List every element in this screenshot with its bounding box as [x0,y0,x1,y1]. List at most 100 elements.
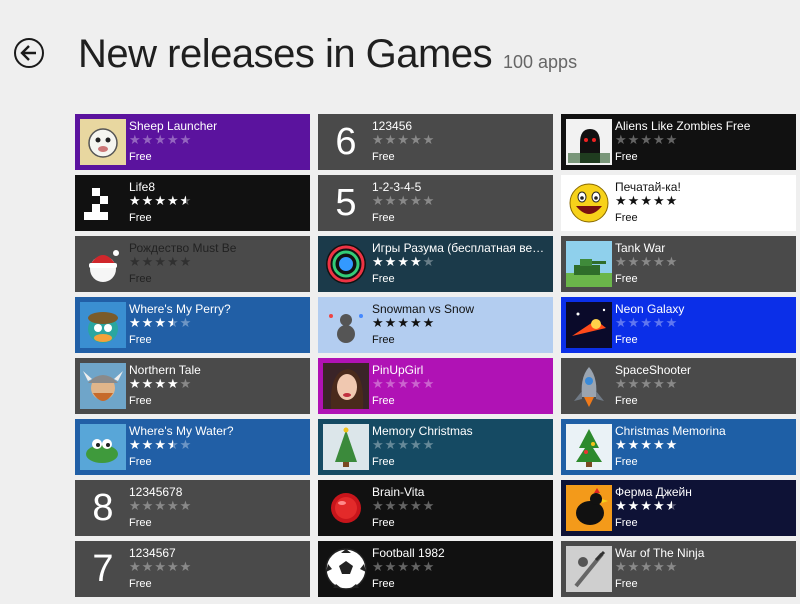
app-price: Free [372,273,395,285]
app-number-glyph: 6 [335,121,357,163]
rating-stars: ★★★★★ [372,437,436,452]
app-price: Free [129,151,152,163]
app-price: Free [615,578,638,590]
app-price: Free [129,334,152,346]
app-tile[interactable]: Memory Christmas ★★★★★ Free [318,419,553,475]
app-name: Рождество Must Be [129,241,237,255]
app-tile[interactable]: Neon Galaxy ★★★★★ Free [561,297,796,353]
app-tile[interactable]: Sheep Launcher ★★★★★ Free [75,114,310,170]
app-price: Free [615,517,638,529]
app-name: Печатай-ка! [615,180,681,194]
app-price: Free [372,212,395,224]
app-tile[interactable]: 8 12345678 ★★★★★ Free [75,480,310,536]
app-tile[interactable]: Snowman vs Snow ★★★★★ Free [318,297,553,353]
app-name: Northern Tale [129,363,201,377]
app-tile[interactable]: Where's My Perry?★★★★★★ Free [75,297,310,353]
rating-stars: ★★★★★ [372,254,436,269]
app-name: 1234567 [129,546,176,560]
rating-stars: ★★★★★ [372,315,436,330]
rating-stars: ★★★★★ [615,132,679,147]
app-tile[interactable]: Tank War ★★★★★ Free [561,236,796,292]
app-name: Football 1982 [372,546,445,560]
app-name: PinUpGirl [372,363,424,377]
app-name: Snowman vs Snow [372,302,475,316]
app-tile[interactable]: Northern Tale ★★★★★ Free [75,358,310,414]
rating-stars: ★★★★★ [129,376,193,391]
rating-stars: ★★★★★ [615,193,679,208]
app-tile[interactable]: Brain-Vita ★★★★★ Free [318,480,553,536]
app-price: Free [615,395,638,407]
app-price: Free [372,395,395,407]
back-button[interactable] [14,38,44,68]
app-tile[interactable]: War of The Ninja ★★★★★ Free [561,541,796,597]
app-tile[interactable]: Ферма Джейн★★★★★★ Free [561,480,796,536]
app-icon [323,424,369,470]
app-tile[interactable]: Football 1982 ★★★★★ Free [318,541,553,597]
app-tile[interactable]: Игры Разума (бесплатная версия) ★★★★★ Free [318,236,553,292]
app-icon [323,546,369,592]
app-tile[interactable]: PinUpGirl ★★★★★ Free [318,358,553,414]
app-tile[interactable]: Where's My Water?★★★★★★ Free [75,419,310,475]
app-number-glyph: 7 [92,548,114,590]
rating-stars: ★★★★★ [129,559,193,574]
back-arrow-icon [20,45,36,61]
app-icon [80,180,126,226]
app-name: 1-2-3-4-5 [372,180,422,194]
app-name: Ферма Джейн [615,485,692,499]
app-price: Free [129,395,152,407]
app-icon [80,119,126,165]
app-name: Brain-Vita [372,485,425,499]
app-price: Free [372,151,395,163]
app-tile[interactable]: SpaceShooter ★★★★★ Free [561,358,796,414]
app-tile[interactable]: 7 1234567 ★★★★★ Free [75,541,310,597]
app-name: Sheep Launcher [129,119,218,133]
app-icon [323,241,369,287]
app-icon [566,302,612,348]
app-price: Free [372,334,395,346]
rating-stars: ★★★★★ [129,498,193,513]
app-price: Free [372,578,395,590]
app-name: 123456 [372,119,413,133]
app-icon [323,363,369,409]
app-price: Free [615,334,638,346]
app-tile[interactable]: Печатай-ка! ★★★★★ Free [561,175,796,231]
rating-stars: ★★★★★ [129,254,193,269]
app-price: Free [129,273,152,285]
rating-stars: ★★★★★★ [129,315,193,330]
rating-stars: ★★★★★ [615,559,679,574]
app-icon [80,241,126,287]
app-icon [566,119,612,165]
rating-stars: ★★★★★ [615,254,679,269]
rating-stars: ★★★★★ [615,376,679,391]
app-name: Tank War [615,241,666,255]
page-title: New releases in Games [78,32,493,76]
rating-stars: ★★★★★ [372,559,436,574]
app-price: Free [372,517,395,529]
rating-stars: ★★★★★ [615,437,679,452]
app-tile[interactable]: 5 1-2-3-4-5 ★★★★★ Free [318,175,553,231]
app-name: Aliens Like Zombies Free [615,119,751,133]
app-icon: 8 [80,485,126,531]
app-name: Memory Christmas [372,424,473,438]
app-icon [566,180,612,226]
app-tile[interactable]: Aliens Like Zombies Free ★★★★★ Free [561,114,796,170]
rating-stars: ★★★★★★ [129,193,193,208]
app-tile[interactable]: Life8★★★★★★ Free [75,175,310,231]
app-name: SpaceShooter [615,363,692,377]
app-tile[interactable]: Christmas Memorina ★★★★★ Free [561,419,796,475]
rating-stars: ★★★★★ [372,132,436,147]
app-number-glyph: 8 [92,487,114,529]
app-icon: 5 [323,180,369,226]
app-icon [323,302,369,348]
app-icon [80,302,126,348]
app-tile[interactable]: 6 123456 ★★★★★ Free [318,114,553,170]
rating-stars: ★★★★★ [615,315,679,330]
app-price: Free [372,456,395,468]
app-count: 100 apps [503,52,578,72]
app-icon [566,363,612,409]
app-icon [566,241,612,287]
app-tile[interactable]: Рождество Must Be ★★★★★ Free [75,236,310,292]
app-price: Free [129,212,152,224]
app-price: Free [615,151,638,163]
rating-stars: ★★★★★★ [129,437,193,452]
